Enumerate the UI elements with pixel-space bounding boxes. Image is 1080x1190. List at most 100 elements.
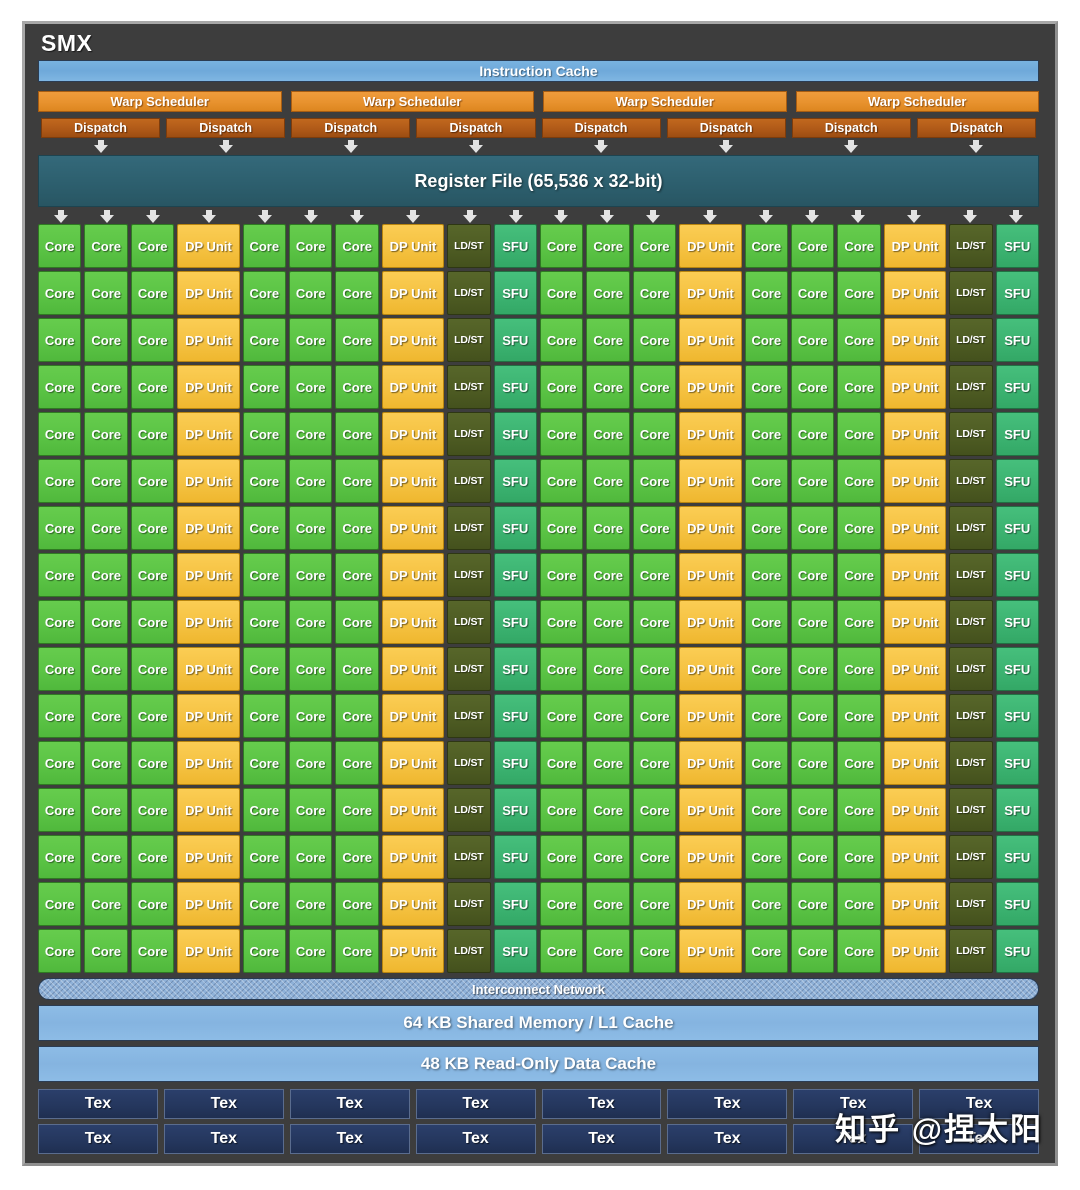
register-down-arrow-icon-15	[804, 210, 819, 223]
dp-unit-unit: DP Unit	[177, 459, 240, 503]
core-unit: Core	[791, 459, 835, 503]
core-unit: Core	[130, 318, 175, 362]
dp-unit-unit: DP Unit	[883, 271, 947, 315]
core-unit: Core	[791, 741, 835, 785]
core-unit: Core	[242, 318, 286, 362]
core-unit: Core	[837, 882, 881, 926]
dp-unit-unit: DP Unit	[381, 459, 445, 503]
dispatch-down-arrow-icon-3	[468, 140, 483, 153]
execution-unit-row: Core Core Core DP Unit Core Core Core DP Unit LD…	[38, 271, 1039, 315]
core-unit: Core	[540, 318, 584, 362]
core-unit: Core	[242, 365, 286, 409]
sfu-unit: SFU	[995, 318, 1039, 362]
core-unit: Core	[84, 412, 128, 456]
core-unit: Core	[791, 694, 835, 738]
sfu-unit: SFU	[493, 318, 537, 362]
ld-st-unit: LD/ST	[447, 412, 491, 456]
core-unit: Core	[540, 929, 584, 973]
core-unit: Core	[837, 694, 881, 738]
core-unit: Core	[38, 224, 82, 268]
sfu-unit: SFU	[995, 929, 1039, 973]
dp-unit-unit: DP Unit	[177, 882, 240, 926]
core-unit: Core	[335, 271, 379, 315]
core-unit: Core	[335, 882, 379, 926]
core-unit: Core	[586, 365, 630, 409]
core-unit: Core	[38, 412, 82, 456]
dp-unit-unit: DP Unit	[177, 412, 240, 456]
core-unit: Core	[130, 506, 175, 550]
core-unit: Core	[38, 835, 82, 879]
warp-scheduler-3: Warp Scheduler	[795, 91, 1039, 112]
texture-unit: Tex	[541, 1089, 662, 1119]
core-unit: Core	[335, 647, 379, 691]
core-unit: Core	[130, 882, 175, 926]
execution-unit-row: Core Core Core DP Unit Core Core Core DP Unit LD…	[38, 412, 1039, 456]
core-unit: Core	[38, 788, 82, 832]
dp-unit-unit: DP Unit	[883, 224, 947, 268]
core-unit: Core	[586, 788, 630, 832]
texture-unit-row: Tex Tex Tex Tex Tex Tex Tex Tex	[38, 1124, 1039, 1154]
sfu-unit: SFU	[995, 412, 1039, 456]
core-unit: Core	[837, 318, 881, 362]
smx-inner-layout: Instruction Cache Warp Scheduler Warp Sch…	[38, 60, 1039, 1158]
core-unit: Core	[632, 647, 677, 691]
core-unit: Core	[130, 788, 175, 832]
ld-st-unit: LD/ST	[447, 929, 491, 973]
sfu-unit: SFU	[493, 224, 537, 268]
dp-unit-unit: DP Unit	[679, 459, 742, 503]
core-unit: Core	[586, 412, 630, 456]
execution-unit-row: Core Core Core DP Unit Core Core Core DP Unit LD…	[38, 694, 1039, 738]
core-unit: Core	[586, 835, 630, 879]
register-down-arrow-icon-12	[646, 210, 661, 223]
core-unit: Core	[744, 741, 788, 785]
core-unit: Core	[540, 600, 584, 644]
core-unit: Core	[540, 647, 584, 691]
core-unit: Core	[289, 600, 333, 644]
execution-unit-row: Core Core Core DP Unit Core Core Core DP Unit LD…	[38, 882, 1039, 926]
core-unit: Core	[289, 694, 333, 738]
register-down-arrow-icon-11	[600, 210, 615, 223]
core-unit: Core	[335, 365, 379, 409]
ld-st-unit: LD/ST	[447, 553, 491, 597]
dp-unit-unit: DP Unit	[679, 882, 742, 926]
dp-unit-unit: DP Unit	[679, 647, 742, 691]
core-unit: Core	[38, 600, 82, 644]
sfu-unit: SFU	[995, 271, 1039, 315]
dispatch-down-arrow-icon-5	[719, 140, 734, 153]
core-unit: Core	[791, 271, 835, 315]
dp-unit-unit: DP Unit	[883, 365, 947, 409]
dp-unit-unit: DP Unit	[679, 412, 742, 456]
dispatch-cell-0: Dispatch	[38, 118, 163, 153]
core-unit: Core	[744, 600, 788, 644]
core-unit: Core	[837, 224, 881, 268]
dispatch-down-arrow-icon-7	[969, 140, 984, 153]
sfu-unit: SFU	[493, 553, 537, 597]
dp-unit-unit: DP Unit	[883, 412, 947, 456]
core-unit: Core	[242, 271, 286, 315]
texture-unit: Tex	[415, 1124, 536, 1154]
core-unit: Core	[744, 788, 788, 832]
texture-unit: Tex	[415, 1089, 536, 1119]
core-unit: Core	[84, 788, 128, 832]
core-unit: Core	[130, 647, 175, 691]
core-unit: Core	[540, 412, 584, 456]
dp-unit-unit: DP Unit	[381, 553, 445, 597]
core-unit: Core	[837, 553, 881, 597]
dp-unit-unit: DP Unit	[883, 741, 947, 785]
core-unit: Core	[335, 459, 379, 503]
texture-unit-section: Tex Tex Tex Tex Tex Tex Tex Tex Tex Tex Tex Tex Tex T…	[38, 1089, 1039, 1154]
texture-unit: Tex	[667, 1089, 788, 1119]
ld-st-unit: LD/ST	[447, 506, 491, 550]
sfu-unit: SFU	[995, 600, 1039, 644]
ld-st-unit: LD/ST	[949, 835, 993, 879]
ld-st-unit: LD/ST	[447, 835, 491, 879]
dp-unit-unit: DP Unit	[381, 600, 445, 644]
dp-unit-unit: DP Unit	[883, 459, 947, 503]
texture-unit: Tex	[793, 1089, 914, 1119]
texture-unit: Tex	[289, 1124, 410, 1154]
sfu-unit: SFU	[493, 835, 537, 879]
core-unit: Core	[130, 365, 175, 409]
core-unit: Core	[632, 835, 677, 879]
core-unit: Core	[84, 741, 128, 785]
core-unit: Core	[744, 882, 788, 926]
